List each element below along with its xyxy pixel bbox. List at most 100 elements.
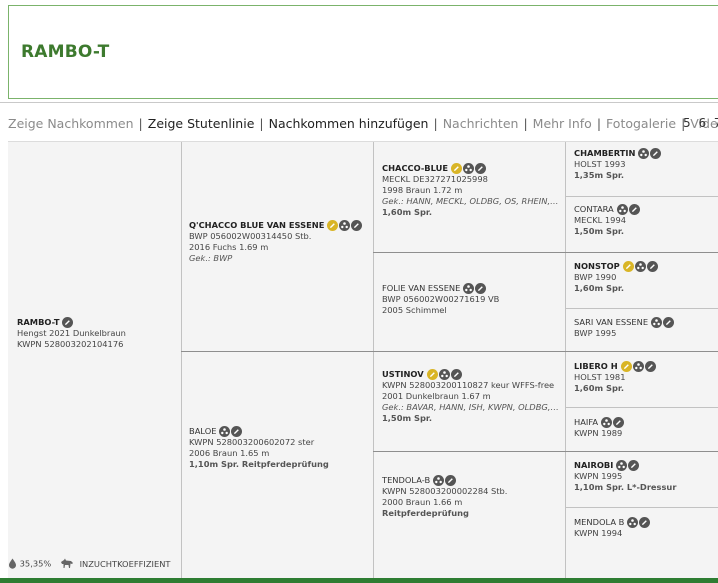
horse-performance: 1,50m Spr.	[382, 413, 432, 423]
family-tree-icon[interactable]	[339, 220, 351, 231]
horse-details: KWPN 1989	[574, 428, 623, 438]
nav-zeige-stutenlinie[interactable]: Zeige Stutenlinie	[148, 116, 255, 131]
nav-separator: |	[138, 116, 143, 131]
horse-performance: 1,60m Spr.	[382, 207, 432, 217]
row-divider	[373, 252, 718, 253]
dam-registration: KWPN 528003200602072 ster	[189, 437, 315, 447]
nav-nachrichten[interactable]: Nachrichten	[443, 116, 519, 131]
approved-stallion-icon	[620, 361, 632, 372]
horse-performance: Reitpferdeprüfung	[382, 508, 469, 518]
bottom-accent-bar	[0, 578, 718, 583]
edit-icon[interactable]	[613, 417, 625, 428]
horse-name[interactable]: NONSTOP	[574, 261, 620, 272]
horse-details: 2001 Dunkelbraun 1.67 m	[382, 391, 491, 401]
approved-stallion-icon	[622, 261, 634, 272]
nav-separator: |	[433, 116, 438, 131]
nav-fotogalerie[interactable]: Fotogalerie	[606, 116, 676, 131]
family-tree-icon[interactable]	[627, 517, 639, 528]
nav-separator: |	[259, 116, 264, 131]
family-tree-icon[interactable]	[638, 148, 650, 159]
horse-name[interactable]: CONTARA	[574, 204, 614, 215]
edit-icon[interactable]	[628, 204, 640, 215]
dam-horse: BALOE KWPN 528003200602072 ster 2006 Bra…	[189, 426, 329, 470]
edit-icon[interactable]	[62, 317, 74, 328]
edit-icon[interactable]	[650, 148, 662, 159]
nav-items: Zeige Nachkommen | Zeige Stutenlinie | Nachk…	[8, 116, 718, 131]
edit-icon[interactable]	[628, 460, 640, 471]
subject-info-line: Hengst 2021 Dunkelbraun	[17, 328, 126, 338]
edit-icon[interactable]	[475, 283, 487, 294]
sire-name[interactable]: Q'CHACCO BLUE VAN ESSENE	[189, 220, 324, 231]
sire-details: 2016 Fuchs 1.69 m	[189, 242, 269, 252]
subject-name[interactable]: RAMBO-T	[17, 317, 59, 328]
family-tree-icon[interactable]	[463, 283, 475, 294]
horse-name[interactable]: LIBERO H	[574, 361, 618, 372]
horse-details: 1998 Braun 1.72 m	[382, 185, 463, 195]
horse-name[interactable]: HAIFA	[574, 417, 598, 428]
ancestor-gen4-3: NONSTOP BWP 1990 1,60m Spr.	[574, 261, 659, 294]
header-box: RAMBO-T	[8, 5, 718, 99]
nav-separator: |	[523, 116, 528, 131]
family-tree-icon[interactable]	[651, 317, 663, 328]
inbreeding-percent: 35,35%	[19, 558, 52, 569]
edit-icon[interactable]	[644, 361, 656, 372]
grandsire-paternal: CHACCO-BLUE MECKL DE327271025998 1998 Br…	[382, 163, 560, 218]
edit-icon[interactable]	[231, 426, 243, 437]
sire-approvals: Gek.: BWP	[189, 253, 233, 263]
horse-name[interactable]: CHAMBERTIN	[574, 148, 635, 159]
inbreeding-label: INZUCHTKOEFFIZIENT	[79, 558, 171, 569]
family-tree-icon[interactable]	[433, 475, 445, 486]
family-tree-icon[interactable]	[438, 369, 450, 380]
pedigree-table: RAMBO-T Hengst 2021 Dunkelbraun KWPN 528…	[8, 141, 718, 579]
nav-bar: Zeige Nachkommen | Zeige Stutenlinie | Nachk…	[0, 102, 718, 142]
approved-stallion-icon	[451, 163, 463, 174]
edit-icon[interactable]	[663, 317, 675, 328]
horse-name[interactable]: TENDOLA-B	[382, 475, 430, 486]
nav-nachkommen-hinzufuegen[interactable]: Nachkommen hinzufügen	[269, 116, 429, 131]
family-tree-icon[interactable]	[632, 361, 644, 372]
granddam-maternal: TENDOLA-B KWPN 528003200002284 Stb. 2000…	[382, 475, 507, 519]
nav-pagination[interactable]: 5 6 7 8	[683, 116, 718, 130]
edit-icon[interactable]	[646, 261, 658, 272]
horse-name[interactable]: CHACCO-BLUE	[382, 163, 448, 174]
nav-zeige-nachkommen[interactable]: Zeige Nachkommen	[8, 116, 134, 131]
horse-details: BWP 1990	[574, 272, 617, 282]
edit-icon[interactable]	[351, 220, 363, 231]
dam-name[interactable]: BALOE	[189, 426, 216, 437]
family-tree-icon[interactable]	[463, 163, 475, 174]
nav-mehr-info[interactable]: Mehr Info	[533, 116, 592, 131]
horse-approvals: Gek.: BAVAR, HANN, ISH, KWPN, OLDBG, OS,…	[382, 402, 560, 412]
edit-icon[interactable]	[639, 517, 651, 528]
family-tree-icon[interactable]	[219, 426, 231, 437]
horse-performance: 1,35m Spr.	[574, 170, 624, 180]
horse-approvals: Gek.: HANN, MECKL, OLDBG, OS, RHEIN, SF,…	[382, 196, 560, 206]
family-tree-icon[interactable]	[601, 417, 613, 428]
row-divider	[565, 308, 718, 309]
ancestor-gen4-4: SARI VAN ESSENE BWP 1995	[574, 317, 675, 339]
horse-name[interactable]: NAIROBI	[574, 460, 613, 471]
subject-registration: KWPN 528003202104176	[17, 339, 124, 349]
ancestor-gen4-2: CONTARA MECKL 1994 1,50m Spr.	[574, 204, 641, 237]
family-tree-icon[interactable]	[634, 261, 646, 272]
horse-details: HOLST 1993	[574, 159, 626, 169]
horse-name[interactable]: FOLIE VAN ESSENE	[382, 283, 460, 294]
edit-icon[interactable]	[475, 163, 487, 174]
nav-separator: |	[596, 116, 602, 131]
horse-details: BWP 1995	[574, 328, 617, 338]
horse-name[interactable]: SARI VAN ESSENE	[574, 317, 648, 328]
edit-icon[interactable]	[450, 369, 462, 380]
horse-details: KWPN 1995	[574, 471, 623, 481]
ancestor-gen4-8: MENDOLA B KWPN 1994	[574, 517, 651, 539]
column-divider	[181, 142, 182, 579]
family-tree-icon[interactable]	[616, 460, 628, 471]
edit-icon[interactable]	[445, 475, 457, 486]
approved-stallion-icon	[426, 369, 438, 380]
family-tree-icon[interactable]	[616, 204, 628, 215]
horse-details: HOLST 1981	[574, 372, 626, 382]
horse-name[interactable]: USTINOV	[382, 369, 424, 380]
horse-details: 2000 Braun 1.66 m	[382, 497, 463, 507]
row-divider	[373, 451, 718, 452]
horse-name[interactable]: MENDOLA B	[574, 517, 624, 528]
approved-stallion-icon	[327, 220, 339, 231]
subject-horse: RAMBO-T Hengst 2021 Dunkelbraun KWPN 528…	[17, 317, 126, 350]
